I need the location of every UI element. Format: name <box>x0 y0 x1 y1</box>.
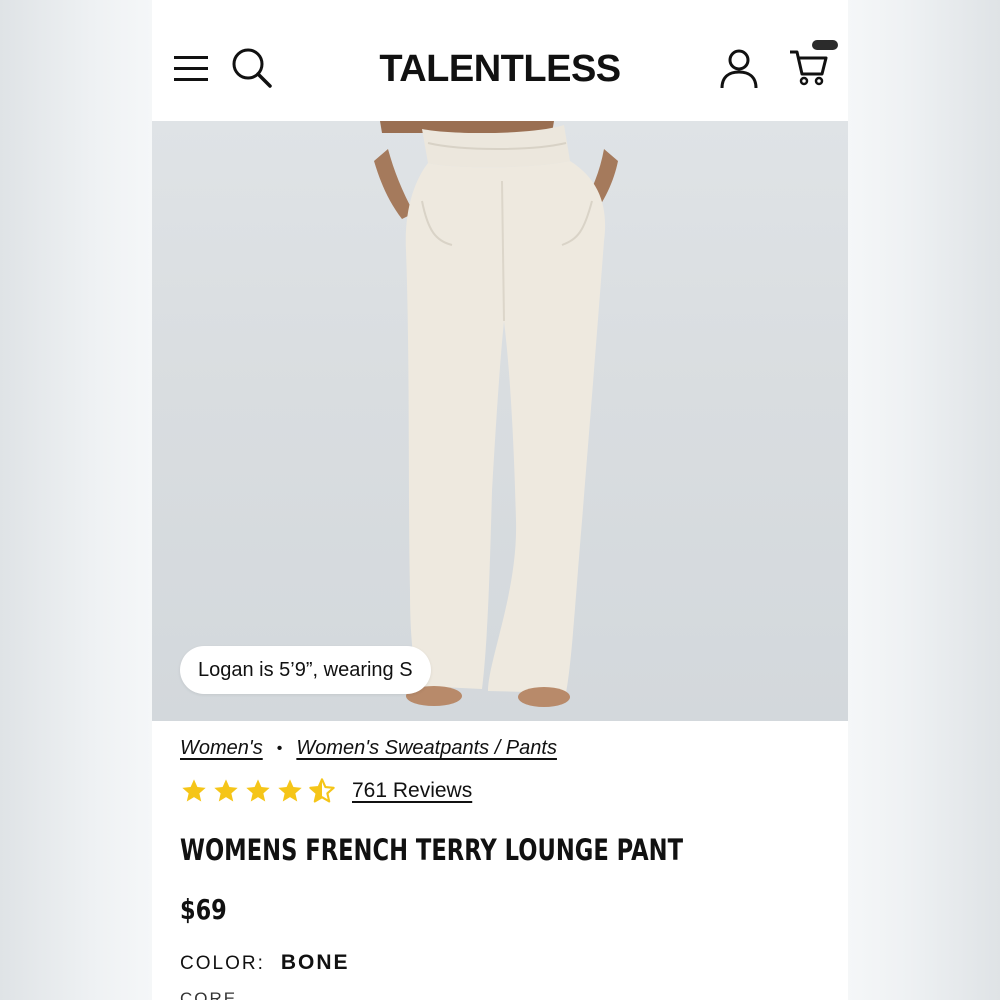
product-image[interactable]: Logan is 5’9”, wearing S <box>152 121 848 721</box>
model-size-note: Logan is 5’9”, wearing S <box>180 646 431 694</box>
breadcrumb-womens[interactable]: Women's <box>180 737 263 760</box>
account-icon[interactable] <box>718 48 760 90</box>
breadcrumb: Women's • Women's Sweatpants / Pants <box>180 737 557 760</box>
product-info: Women's • Women's Sweatpants / Pants 761… <box>152 721 848 1000</box>
product-price: $69 <box>180 893 227 926</box>
reviews-link[interactable]: 761 Reviews <box>352 779 472 803</box>
product-title: WOMENS FRENCH TERRY LOUNGE PANT <box>180 833 684 867</box>
background-right <box>848 0 1000 1000</box>
color-selector: COLOR: BONE <box>180 951 350 975</box>
color-label: COLOR: <box>180 953 265 974</box>
background-left <box>0 0 152 1000</box>
star-full-icon <box>182 779 206 802</box>
star-full-icon <box>278 779 302 802</box>
star-full-icon <box>246 779 270 802</box>
star-half-icon <box>309 778 335 803</box>
color-value: BONE <box>280 951 350 974</box>
pants-illustration <box>374 121 618 707</box>
site-header: TALENTLESS <box>152 0 848 121</box>
breadcrumb-womens-sweatpants[interactable]: Women's Sweatpants / Pants <box>296 737 557 760</box>
star-full-icon <box>214 779 238 802</box>
mobile-page: TALENTLESS Logan is 5’9”, wearing S Wome… <box>152 0 848 1000</box>
cart-count-badge <box>812 40 838 50</box>
cart-icon[interactable] <box>788 44 830 88</box>
next-option-label: CORE <box>180 989 238 1000</box>
rating-row: 761 Reviews <box>180 777 472 805</box>
breadcrumb-separator: • <box>276 739 283 757</box>
